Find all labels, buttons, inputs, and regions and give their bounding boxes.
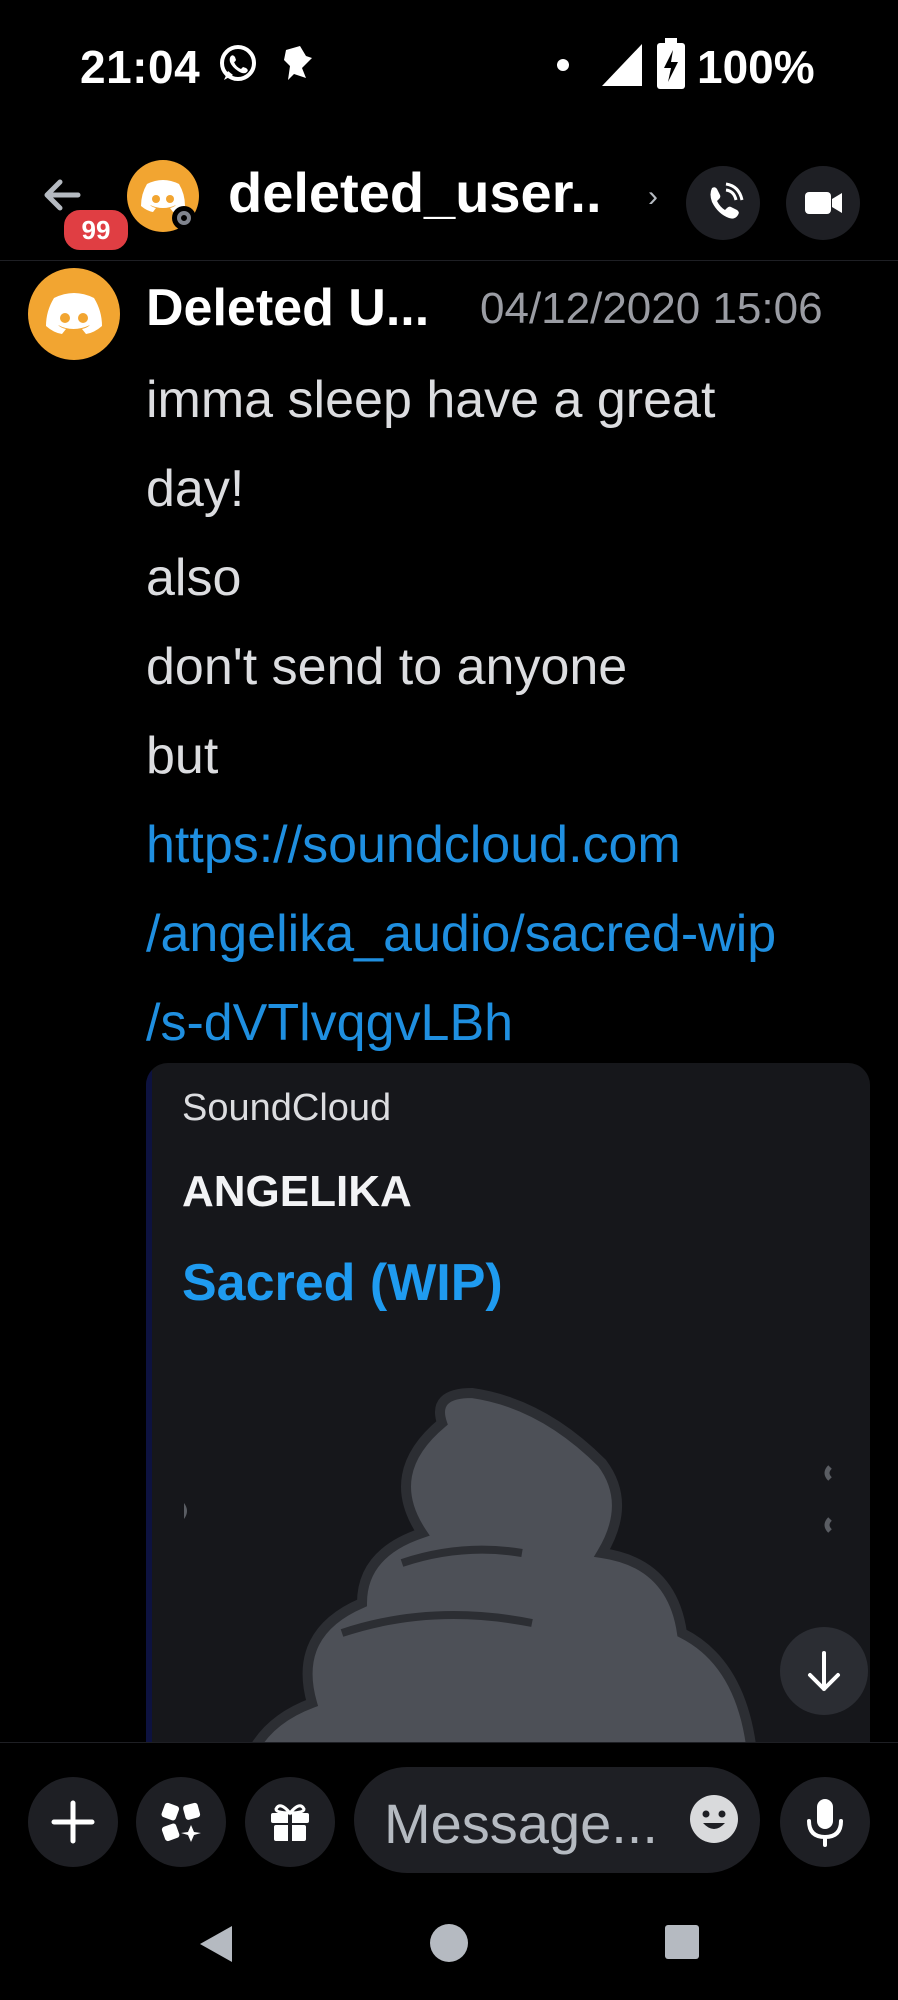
system-nav-bar xyxy=(0,1892,898,2000)
message-line: day! xyxy=(146,460,245,518)
gift-button[interactable] xyxy=(245,1777,335,1867)
link-embed: SoundCloud ANGELIKA Sacred (WIP) xyxy=(146,1063,870,1783)
voice-message-button[interactable] xyxy=(780,1777,870,1867)
embed-author[interactable]: ANGELIKA xyxy=(182,1167,412,1217)
message-timestamp: 04/12/2020 15:06 xyxy=(480,284,823,333)
message-composer: Message... xyxy=(0,1742,898,1893)
dot-icon xyxy=(557,59,569,71)
embed-title[interactable]: Sacred (WIP) xyxy=(182,1253,503,1313)
message-input-placeholder: Message... xyxy=(384,1792,658,1855)
video-call-button[interactable] xyxy=(786,166,860,240)
whatsapp-icon xyxy=(220,45,256,81)
offline-status-indicator xyxy=(172,206,196,230)
gift-icon xyxy=(271,1804,309,1841)
voice-call-button[interactable] xyxy=(686,166,760,240)
soundcloud-link[interactable]: /s-dVTlvqgvLBh xyxy=(146,979,876,1068)
message-author[interactable]: Deleted U... xyxy=(146,278,429,338)
message-line: also xyxy=(146,549,242,607)
jump-to-present-button[interactable] xyxy=(780,1627,868,1715)
status-time: 21:04 xyxy=(80,41,201,93)
embed-accent-bar xyxy=(146,1063,152,1783)
apps-icon xyxy=(161,1802,201,1842)
message-line: imma sleep have a great xyxy=(146,371,716,429)
plus-icon xyxy=(51,1800,95,1844)
embed-thumbnail-image[interactable] xyxy=(182,1363,852,1783)
nav-back-icon[interactable] xyxy=(196,1922,236,1966)
soundcloud-link[interactable]: /angelika_audio/sacred-wip xyxy=(146,890,876,979)
message-line: don't send to anyone xyxy=(146,638,628,696)
emoji-icon[interactable] xyxy=(688,1793,740,1845)
message-content: imma sleep have a great day! also don't … xyxy=(146,356,876,1068)
video-call-icon xyxy=(805,192,842,214)
battery-charging-icon xyxy=(657,38,685,89)
arrow-down-icon xyxy=(808,1651,840,1691)
microphone-icon xyxy=(807,1799,843,1847)
notification-icon xyxy=(284,46,312,80)
chevron-right-icon[interactable]: › xyxy=(648,180,658,214)
unread-badge: 99 xyxy=(60,206,132,254)
dm-title[interactable]: deleted_user.. xyxy=(228,160,602,225)
signal-icon xyxy=(602,44,642,86)
dm-header: 99 deleted_user.. › xyxy=(0,130,898,261)
nav-recents-icon[interactable] xyxy=(664,1924,700,1960)
message-line: but xyxy=(146,727,219,785)
status-bar: 21:04 100% xyxy=(0,0,898,130)
message-input[interactable]: Message... xyxy=(354,1767,760,1873)
battery-percent: 100% xyxy=(697,41,815,93)
phone-call-icon xyxy=(710,182,744,219)
apps-button[interactable] xyxy=(136,1777,226,1867)
attach-button[interactable] xyxy=(28,1777,118,1867)
discord-logo-icon xyxy=(46,293,102,334)
soundcloud-link[interactable]: https://soundcloud.com xyxy=(146,801,876,890)
message-avatar[interactable] xyxy=(28,268,120,360)
embed-provider[interactable]: SoundCloud xyxy=(182,1087,391,1130)
nav-home-icon[interactable] xyxy=(428,1922,470,1964)
